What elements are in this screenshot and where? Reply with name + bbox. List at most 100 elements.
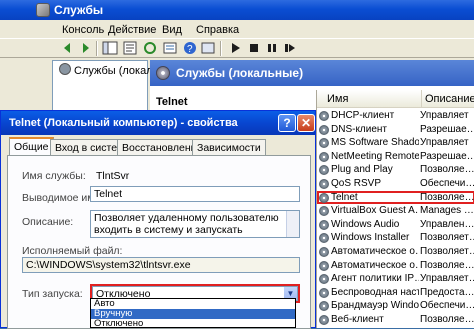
service-row[interactable]: Windows Audio Управлен… — [317, 218, 474, 232]
service-row[interactable]: Plug and Play Позволяе… — [317, 163, 474, 177]
menu-bar: Консоль Действие Вид Справка — [0, 20, 474, 38]
exe-path-field: C:\WINDOWS\system32\tlntsvr.exe — [22, 257, 300, 273]
service-description: Управляет — [420, 137, 469, 149]
service-gear-icon — [319, 233, 329, 244]
services-app-icon — [36, 3, 50, 17]
service-description: Управляет — [420, 110, 469, 121]
service-name: Plug and Play — [331, 164, 393, 176]
service-name-value: TlntSvr — [96, 170, 130, 182]
service-gear-icon — [319, 315, 329, 325]
service-description: Разрешае… — [420, 123, 474, 135]
service-gear-icon — [319, 287, 329, 298]
window-title: Службы — [54, 3, 104, 17]
service-row[interactable]: VirtualBox Guest A… Manages … — [317, 204, 474, 218]
exe-label: Исполняемый файл: — [22, 245, 123, 257]
description-scrollbar[interactable] — [286, 211, 299, 237]
service-name: Telnet — [331, 191, 358, 203]
exe-path-value: C:\WINDOWS\system32\tlntsvr.exe — [26, 259, 191, 271]
mmc-icon[interactable] — [200, 41, 216, 55]
service-row[interactable]: Брандмауэр Windo…Обеспечи… — [317, 299, 474, 313]
properties-icon[interactable] — [122, 41, 138, 55]
column-header-description[interactable]: Описание — [421, 90, 474, 108]
service-gear-icon — [319, 206, 329, 217]
menu-view[interactable]: Вид — [162, 23, 182, 37]
startup-type-dropdown-list[interactable]: Авто Вручную Отключено — [90, 298, 296, 329]
toolbar: ? — [0, 38, 474, 58]
description-field[interactable]: Позволяет удаленному пользователю входит… — [90, 210, 300, 238]
service-name: MS Software Shado… — [331, 137, 419, 149]
service-row[interactable]: Windows Installer Позволяет… — [317, 231, 474, 245]
service-row[interactable]: Автоматическое о… Позволяе… — [317, 259, 474, 273]
properties-dialog: Telnet (Локальный компьютер) - свойства … — [0, 110, 316, 329]
service-gear-icon — [319, 151, 329, 162]
services-header-icon — [156, 66, 170, 80]
right-pane-title: Службы (локальные) — [176, 66, 304, 80]
right-pane-header: Службы (локальные) — [150, 60, 474, 86]
service-description: Позволяет… — [420, 246, 474, 257]
description-label: Описание: — [22, 216, 74, 228]
dialog-close-button[interactable]: ✕ — [297, 114, 315, 132]
back-icon[interactable] — [60, 41, 76, 55]
service-gear-icon — [319, 219, 329, 230]
service-gear-icon — [319, 138, 329, 149]
service-description: Разрешае… — [420, 150, 474, 162]
service-gear-icon — [319, 301, 329, 312]
service-name-label: Имя службы: — [22, 170, 86, 182]
service-description: Позволяе… — [420, 191, 474, 203]
service-row[interactable]: Автоматическое о… Позволяет… — [317, 245, 474, 259]
menu-action[interactable]: Действие — [108, 23, 156, 37]
service-row[interactable]: Telnet Позволяе… — [317, 190, 474, 205]
service-description: Обеспечи… — [420, 300, 474, 312]
service-gear-icon — [319, 192, 329, 203]
services-title-bar[interactable]: Службы — [0, 0, 474, 20]
service-name: Агент политики IP… — [331, 273, 419, 285]
service-gear-icon — [319, 260, 329, 271]
list-header: Имя Описание — [317, 90, 474, 108]
service-description: Управлен… — [420, 218, 474, 230]
dialog-title-bar[interactable]: Telnet (Локальный компьютер) - свойства — [1, 111, 315, 135]
dialog-help-button[interactable]: ? — [278, 114, 296, 132]
service-gear-icon — [319, 111, 329, 121]
help-icon[interactable]: ? — [182, 41, 198, 55]
service-name: Windows Audio — [331, 218, 400, 230]
dialog-title: Telnet (Локальный компьютер) - свойства — [9, 117, 238, 129]
service-name: Автоматическое о… — [331, 259, 419, 271]
description-text: Позволяет удаленному пользователю входит… — [94, 212, 279, 237]
service-description: Manages … — [420, 205, 474, 217]
service-name: VirtualBox Guest A… — [331, 205, 419, 217]
show-tree-icon[interactable] — [102, 41, 118, 55]
pause-service-icon[interactable] — [264, 41, 280, 55]
service-row[interactable]: NetMeeting Remote…Разрешае… — [317, 150, 474, 164]
display-name-value: Telnet — [94, 188, 123, 200]
service-row[interactable]: Беспроводная наст…Предоста… — [317, 286, 474, 300]
start-service-icon[interactable] — [228, 41, 244, 55]
service-gear-icon — [319, 179, 329, 189]
service-name: DNS-клиент — [331, 123, 388, 135]
service-row[interactable]: Веб-клиент Позволяе… — [317, 313, 474, 327]
tab-dependencies[interactable]: Зависимости — [192, 139, 266, 156]
service-description: Управляет… — [420, 273, 474, 285]
service-name: QoS RSVP — [331, 178, 382, 189]
column-header-name[interactable]: Имя — [327, 90, 348, 108]
service-row[interactable]: QoS RSVP Обеспечи… — [317, 177, 474, 191]
menu-console[interactable]: Консоль — [62, 23, 104, 37]
service-description: Позволяе… — [420, 164, 474, 176]
service-name: Windows Installer — [331, 232, 410, 244]
refresh-icon[interactable] — [142, 41, 158, 55]
service-row[interactable]: DNS-клиент Разрешае… — [317, 123, 474, 137]
export-list-icon[interactable] — [162, 41, 178, 55]
service-name: Веб-клиент — [331, 314, 384, 325]
service-gear-icon — [319, 274, 329, 285]
forward-icon[interactable] — [78, 41, 94, 55]
display-name-field[interactable]: Telnet — [90, 186, 300, 202]
svg-text:?: ? — [187, 44, 193, 55]
service-name: Беспроводная наст… — [331, 286, 419, 298]
stop-service-icon[interactable] — [246, 41, 262, 55]
service-row[interactable]: DHCP-клиент Управляет — [317, 109, 474, 123]
service-description: Предоста… — [420, 286, 474, 298]
restart-service-icon[interactable] — [282, 41, 298, 55]
service-row[interactable]: MS Software Shado…Управляет — [317, 136, 474, 150]
services-list[interactable]: Имя Описание DHCP-клиент Управляет DNS-кли… — [316, 90, 474, 328]
menu-help[interactable]: Справка — [196, 23, 239, 37]
service-row[interactable]: Агент политики IP… Управляет… — [317, 272, 474, 286]
